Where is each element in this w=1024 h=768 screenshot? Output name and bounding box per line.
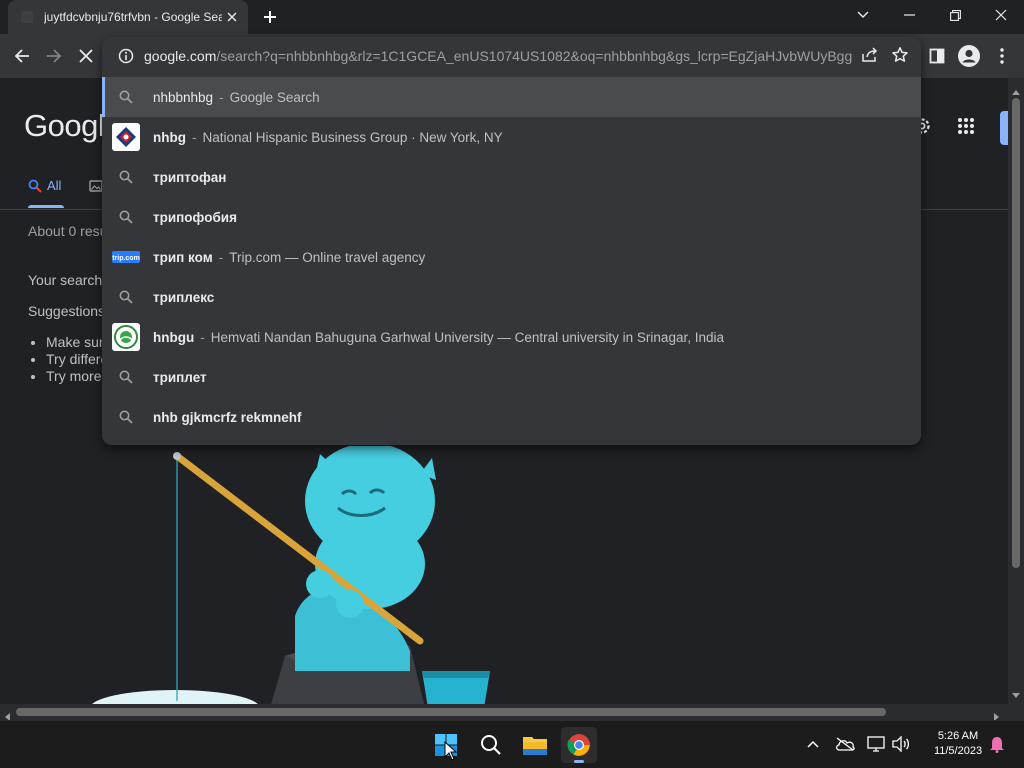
new-tab-button[interactable] [258, 5, 282, 29]
search-icon [112, 283, 140, 311]
google-apps-icon[interactable] [957, 117, 975, 140]
forward-button[interactable] [39, 41, 69, 71]
suggestion-separator: - [218, 249, 224, 265]
chrome-menu-button[interactable] [987, 41, 1017, 71]
profile-button[interactable] [954, 41, 984, 71]
horizontal-scroll-thumb[interactable] [16, 708, 886, 716]
image-icon[interactable] [89, 179, 103, 198]
share-icon[interactable] [861, 46, 879, 69]
restore-button[interactable] [932, 0, 978, 30]
browser-tab[interactable]: juytfdcvbnju76trfvbn - Google Search [8, 0, 248, 34]
search-icon [112, 163, 140, 191]
tab-strip: juytfdcvbnju76trfvbn - Google Search [0, 0, 1024, 34]
suggestion-item[interactable]: nhb gjkmcrfz rekmnehf [102, 397, 921, 437]
suggestions-title: Suggestions: [28, 303, 109, 319]
site-info-icon[interactable] [116, 46, 136, 66]
search-icon [112, 363, 140, 391]
back-button[interactable] [7, 41, 37, 71]
suggestion-separator: - [200, 329, 205, 345]
search-icon [112, 83, 140, 111]
suggestion-item[interactable]: триптофан [102, 157, 921, 197]
stop-loading-button[interactable] [71, 41, 101, 71]
show-hidden-icons-chevron-icon[interactable] [802, 733, 824, 755]
suggestion-separator: - [192, 129, 197, 145]
tab-all[interactable]: All [28, 178, 61, 193]
running-indicator [574, 760, 584, 763]
active-tab-indicator [28, 205, 64, 208]
volume-icon[interactable] [890, 733, 912, 755]
url-host: google.com [144, 48, 217, 64]
suggestion-description: Trip.com — Online travel agency [229, 249, 426, 265]
loading-favicon-icon [20, 10, 34, 24]
url-path: /search?q=nhbbnhbg&rlz=1C1GCEA_enUS1074U… [216, 48, 853, 64]
tab-title: juytfdcvbnju76trfvbn - Google Search [44, 10, 222, 24]
taskbar-search-button[interactable] [473, 727, 509, 763]
suggestion-item[interactable]: трипофобия [102, 197, 921, 237]
suggestion-description: National Hispanic Business Group · New Y… [202, 129, 503, 145]
windows-taskbar: 5:26 AM 11/5/2023 [0, 720, 1024, 768]
bookmark-star-icon[interactable] [891, 46, 909, 69]
sign-in-button[interactable] [1000, 111, 1008, 145]
file-explorer-button[interactable] [517, 727, 553, 763]
folder-icon [523, 737, 547, 755]
suggestion-text: hnbgu [153, 329, 195, 345]
suggestion-text: триплет [153, 369, 207, 385]
trip-logo-text: trip.com [112, 255, 140, 262]
network-icon[interactable] [866, 733, 888, 755]
suggestion-description: Hemvati Nandan Bahuguna Garhwal Universi… [210, 329, 724, 345]
nhbg-logo-icon [112, 123, 140, 151]
trip-logo-icon: trip.com [112, 243, 140, 271]
search-icon [481, 735, 501, 755]
notification-bell-icon[interactable] [986, 733, 1008, 755]
tab-search-icon[interactable] [840, 0, 886, 30]
suggestion-text: триплекс [153, 289, 215, 305]
suggestion-item[interactable]: hnbgu - Hemvati Nandan Bahuguna Garhwal … [102, 317, 921, 357]
scroll-down-arrow-icon[interactable] [1012, 686, 1020, 704]
suggestion-text: трип ком [153, 249, 213, 265]
minimize-button[interactable] [886, 0, 932, 30]
suggestion-item[interactable]: trip.com трип ком - Trip.com — Online tr… [102, 237, 921, 277]
url-text[interactable]: google.com/search?q=nhbbnhbg&rlz=1C1GCEA… [144, 48, 854, 64]
suggestion-list: nhbbnhbg - Google Search nhbg - National… [102, 77, 921, 437]
suggestion-description: Google Search [229, 89, 320, 105]
mouse-cursor-icon [444, 741, 458, 761]
suggestion-separator: - [219, 89, 224, 105]
suggestion-text: трипофобия [153, 209, 237, 225]
fishing-creature-illustration [92, 446, 490, 704]
side-panel-button[interactable] [922, 41, 952, 71]
suggestion-text: nhb gjkmcrfz rekmnehf [153, 409, 302, 425]
hnbgu-logo-icon [112, 323, 140, 351]
chrome-taskbar-button[interactable] [561, 727, 597, 763]
onedrive-icon[interactable] [834, 733, 856, 755]
suggestion-text: триптофан [153, 169, 227, 185]
search-icon [28, 179, 42, 193]
tab-close-icon[interactable] [222, 7, 242, 27]
horizontal-scrollbar[interactable] [0, 704, 1008, 721]
address-bar[interactable]: google.com/search?q=nhbbnhbg&rlz=1C1GCEA… [102, 37, 921, 75]
suggestion-item[interactable]: nhbbnhbg - Google Search [102, 77, 921, 117]
suggestion-text: nhbbnhbg [153, 89, 214, 105]
suggestion-item[interactable]: nhbg - National Hispanic Business Group … [102, 117, 921, 157]
scrollbar-corner [1008, 704, 1024, 720]
vertical-scrollbar[interactable] [1008, 78, 1024, 704]
suggestion-item[interactable]: триплекс [102, 277, 921, 317]
suggestion-text: nhbg [153, 129, 186, 145]
close-window-button[interactable] [978, 0, 1024, 30]
tab-all-label: All [47, 178, 62, 193]
omnibox-dropdown: google.com/search?q=nhbbnhbg&rlz=1C1GCEA… [102, 37, 921, 445]
vertical-scroll-thumb[interactable] [1012, 98, 1020, 568]
search-icon [112, 403, 140, 431]
search-icon [112, 203, 140, 231]
suggestion-item[interactable]: триплет [102, 357, 921, 397]
chrome-icon [567, 734, 590, 756]
